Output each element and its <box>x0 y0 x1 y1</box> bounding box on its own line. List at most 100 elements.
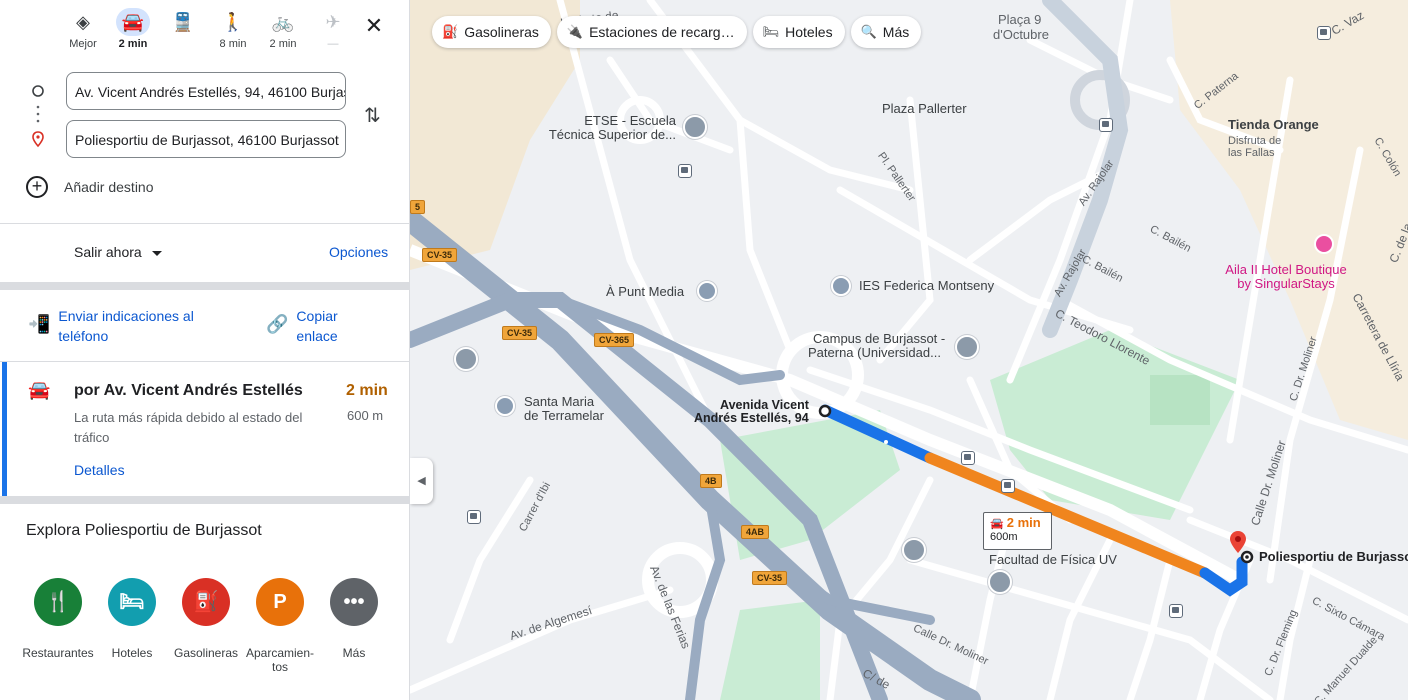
origin-map-label-line2[interactable]: Andrés Estellés, 94 <box>694 411 809 425</box>
car-icon: 🚘 <box>28 380 51 400</box>
hotel-marker-icon[interactable] <box>1314 234 1334 254</box>
place-etse[interactable]: ETSE - Escuela <box>580 114 676 128</box>
place-tienda-orange[interactable]: Tienda Orange <box>1228 118 1319 132</box>
chevron-left-icon: ◀ <box>417 475 426 487</box>
destination-input[interactable]: Poliesportiu de Burjassot, 46100 Burjass… <box>66 120 346 158</box>
explore-parking[interactable]: P Aparcamien-tos <box>244 578 316 674</box>
hotel-icon: 🛏 <box>108 578 156 626</box>
mode-transit[interactable]: 🚆 <box>158 8 208 38</box>
best-route-icon: ◈ <box>76 12 90 32</box>
route-time-callout[interactable]: 🚘 2 min 600m <box>983 512 1052 550</box>
send-to-phone-icon: 📲 <box>28 314 51 334</box>
mode-walking[interactable]: 🚶 8 min <box>208 8 258 50</box>
more-dots-icon: ••• <box>330 578 378 626</box>
depart-time-dropdown[interactable]: Salir ahora <box>74 244 162 260</box>
place-pin-icon[interactable] <box>697 281 717 301</box>
place-apunt-media[interactable]: À Punt Media <box>606 285 684 299</box>
bus-stop-icon[interactable] <box>1317 26 1331 40</box>
close-directions-button[interactable]: ✕ <box>362 14 386 38</box>
place-campus-line2[interactable]: Paterna (Universidad... <box>808 346 941 360</box>
destination-map-label[interactable]: Poliesportiu de Burjassot <box>1259 550 1408 564</box>
send-to-phone-link[interactable]: 📲 Enviar indicaciones al teléfono <box>28 306 194 346</box>
place-plaza-pallerter[interactable]: Plaza Pallerter <box>882 102 967 116</box>
explore-title: Explora Poliesportiu de Burjassot <box>26 522 262 539</box>
chip-more[interactable]: 🔍 Más <box>850 16 922 48</box>
route-details-link[interactable]: Detalles <box>74 462 125 478</box>
school-icon[interactable] <box>683 115 707 139</box>
swap-waypoints-button[interactable]: ⇅ <box>364 103 381 128</box>
place-facultad-fisica[interactable]: Facultad de Física UV <box>989 553 1117 567</box>
bus-stop-icon[interactable] <box>467 510 481 524</box>
origin-input[interactable]: Av. Vicent Andrés Estellés, 94, 46100 Bu… <box>66 72 346 110</box>
swap-icon: ⇅ <box>364 105 381 127</box>
route-distance: 600 m <box>347 408 384 423</box>
route-option-card[interactable]: 🚘 por Av. Vicent Andrés Estellés 2 min L… <box>0 362 410 496</box>
place-placa-9-line2[interactable]: d'Octubre <box>993 28 1049 42</box>
route-options-link[interactable]: Opciones <box>329 244 388 260</box>
highway-shield: CV-365 <box>594 333 635 347</box>
copy-link-button[interactable]: 🔗 Copiar enlace <box>266 306 338 346</box>
gas-station-icon: ⛽ <box>442 24 459 39</box>
explore-more[interactable]: ••• Más <box>318 578 390 660</box>
school-icon[interactable] <box>902 538 926 562</box>
route-duration: 2 min <box>346 382 388 399</box>
travel-mode-bar: ◈ Mejor 🚘 2 min 🚆 🚶 8 min 🚲 2 min ✈ — ✕ <box>0 0 410 66</box>
car-icon: 🚘 <box>116 8 150 36</box>
explore-restaurants[interactable]: 🍴 Restaurantes <box>22 578 94 660</box>
bus-stop-icon[interactable] <box>1001 479 1015 493</box>
place-santa-maria[interactable]: Santa Maria <box>524 395 594 409</box>
mode-best[interactable]: ◈ Mejor <box>58 8 108 50</box>
waypoint-connector <box>32 85 44 148</box>
place-aila-hotel[interactable]: Aila II Hotel Boutique <box>1205 263 1367 277</box>
bus-stop-icon[interactable] <box>1099 118 1113 132</box>
chip-gas-stations[interactable]: ⛽ Gasolineras <box>432 16 551 48</box>
place-campus[interactable]: Campus de Burjassot - <box>813 332 945 346</box>
bus-stop-icon[interactable] <box>961 451 975 465</box>
divider <box>0 282 410 290</box>
hotel-icon: 🛏 <box>762 24 780 39</box>
collapse-panel-button[interactable]: ◀ <box>410 458 433 504</box>
divider <box>0 223 410 224</box>
place-placa-9[interactable]: Plaça 9 <box>998 13 1041 27</box>
parking-icon: P <box>256 578 304 626</box>
mode-flight[interactable]: ✈ — <box>308 8 358 50</box>
church-icon[interactable] <box>495 396 515 416</box>
explore-gas-stations[interactable]: ⛽ Gasolineras <box>170 578 242 660</box>
place-santa-maria-line2[interactable]: de Terramelar <box>524 409 604 423</box>
link-icon: 🔗 <box>266 314 289 334</box>
bus-stop-icon[interactable] <box>1169 604 1183 618</box>
origin-map-label[interactable]: Avenida Vicent <box>720 398 809 412</box>
callout-distance: 600m <box>990 531 1018 543</box>
destination-pin-icon[interactable] <box>1230 531 1246 553</box>
category-chips: ⛽ Gasolineras 🔌 Estaciones de recarg… 🛏 Hot… <box>432 16 922 48</box>
car-icon: 🚘 <box>990 518 1004 530</box>
chip-ev-charging[interactable]: 🔌 Estaciones de recarg… <box>556 16 747 48</box>
highway-shield: CV-35 <box>422 248 458 262</box>
bus-stop-icon[interactable] <box>678 164 692 178</box>
mode-driving[interactable]: 🚘 2 min <box>108 8 158 50</box>
place-tienda-orange-sub2: las Fallas <box>1228 147 1275 159</box>
divider <box>0 496 410 504</box>
map-canvas[interactable]: CV-35 CV-35 CV-365 CV-35 4B 4AB 5 ETSE -… <box>410 0 1408 700</box>
directions-panel: ◈ Mejor 🚘 2 min 🚆 🚶 8 min 🚲 2 min ✈ — ✕ Av. V… <box>0 0 410 700</box>
place-aila-hotel-line2[interactable]: by SingularStays <box>1205 277 1367 291</box>
explore-hotels[interactable]: 🛏 Hoteles <box>96 578 168 660</box>
mode-cycling[interactable]: 🚲 2 min <box>258 8 308 50</box>
route-description: La ruta más rápida debido al estado del … <box>74 410 303 445</box>
school-icon[interactable] <box>955 335 979 359</box>
gas-station-icon: ⛽ <box>182 578 230 626</box>
school-icon[interactable] <box>454 347 478 371</box>
ev-charging-icon: 🔌 <box>566 24 584 39</box>
highway-shield: CV-35 <box>752 571 788 585</box>
transit-icon: 🚆 <box>171 12 195 32</box>
maps-app: CV-35 CV-35 CV-365 CV-35 4B 4AB 5 ETSE -… <box>0 0 1408 700</box>
place-ies-federica[interactable]: IES Federica Montseny <box>859 279 994 293</box>
chip-hotels[interactable]: 🛏 Hoteles <box>752 16 845 48</box>
flight-icon: ✈ <box>325 12 341 32</box>
place-pin-icon[interactable] <box>831 276 851 296</box>
add-destination-button[interactable]: + Añadir destino <box>26 176 154 198</box>
school-icon[interactable] <box>988 570 1012 594</box>
add-circle-icon: + <box>26 176 48 198</box>
place-etse-line2[interactable]: Técnica Superior de... <box>540 128 676 142</box>
callout-time: 2 min <box>1006 515 1041 530</box>
